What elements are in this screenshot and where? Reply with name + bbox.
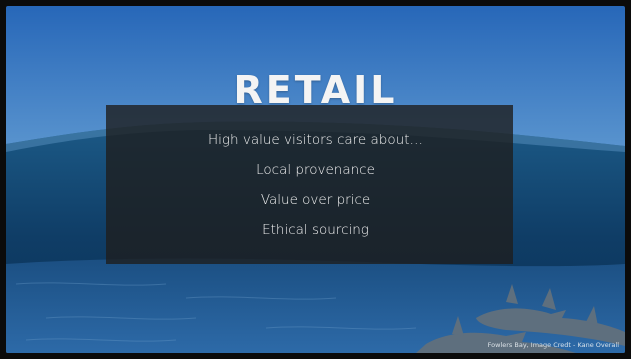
image-credit: Fowlers Bay, Image Credt - Kane Overall bbox=[487, 341, 619, 349]
bullet-item: Ethical sourcing bbox=[262, 222, 369, 238]
content-panel bbox=[106, 105, 513, 264]
slide-frame: RETAIL High value visitors care about… L… bbox=[0, 0, 631, 359]
bullet-heading: High value visitors care about… bbox=[208, 132, 423, 148]
slide: RETAIL High value visitors care about… L… bbox=[6, 6, 625, 353]
bullet-item: Local provenance bbox=[256, 162, 375, 178]
bullet-item: Value over price bbox=[260, 192, 371, 208]
